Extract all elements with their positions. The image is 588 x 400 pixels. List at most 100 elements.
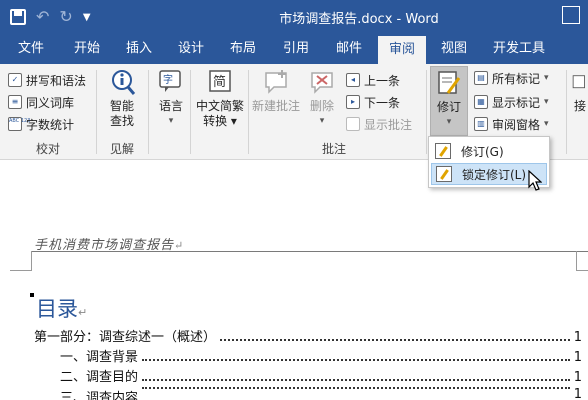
thesaurus-button[interactable]: ≡ 同义词库 [8,92,74,112]
language-label: 语言 [158,99,183,113]
delete-comment-icon [311,72,333,94]
menu-item-track-changes[interactable]: 修订(G) [431,140,547,162]
tab-references[interactable]: 引用 [270,34,322,64]
toc-entry-page: 1 [573,350,582,365]
toc-entry-page: 1 [573,387,582,400]
delete-comment-label: 删除 [309,99,334,113]
svg-text:简: 简 [213,74,226,90]
language-caret-icon: ▾ [168,116,174,126]
new-comment-button[interactable]: 新建批注 [250,68,302,114]
tab-mailings[interactable]: 邮件 [324,34,374,64]
tab-review[interactable]: 审阅 [378,36,426,64]
show-markup-label: 显示标记 [492,95,541,110]
show-markup-caret-icon: ▾ [544,97,549,107]
chinese-conversion-button[interactable]: 简 中文简繁 转换 ▾ [192,68,248,129]
spelling-icon: ✓ [8,73,22,87]
toc-entry[interactable]: 三、调查内容 1 [60,387,582,400]
word-count-button[interactable]: ABC 123 字数统计 [8,114,74,134]
word-count-icon: ABC 123 [8,117,30,131]
header-divider [32,251,588,252]
group-label-insights: 见解 [110,142,135,156]
previous-comment-button[interactable]: ◂ 上一条 [346,70,400,90]
toc-entry-text: 一、调查背景 [60,350,139,365]
toc-title-text: 目录 [36,297,78,321]
show-markup-button[interactable]: ▦ 显示标记 ▾ [474,92,549,112]
word-count-label: 字数统计 [26,117,75,132]
smart-lookup-line1: 智能 [109,99,134,113]
ribbon-display-options-icon[interactable] [562,6,580,24]
tab-view[interactable]: 视图 [430,34,478,64]
new-comment-icon [265,70,287,94]
language-button[interactable]: 字 语言 ▾ [152,68,190,129]
previous-comment-label: 上一条 [364,73,401,88]
header-margin-corner [576,251,588,271]
delete-comment-button[interactable]: 删除 ▾ [304,68,340,129]
toc-entry-page: 1 [573,370,582,385]
window-title: 市场调查报告.docx - Word [279,12,439,27]
toc-entry-text: 二、调查目的 [60,370,139,385]
reviewing-pane-button[interactable]: ▥ 审阅窗格 ▾ [474,114,549,134]
reviewing-pane-label: 审阅窗格 [492,117,541,132]
toc-leader [142,379,570,381]
chinese-conversion-line2: 转换 [203,114,228,128]
show-markup-icon: ▦ [474,95,488,109]
smart-lookup-line2: 查找 [109,114,134,128]
show-comments-label: 显示批注 [364,117,413,132]
paragraph-marker-icon [30,293,34,297]
show-comments-button[interactable]: 显示批注 [346,114,412,134]
chinese-conversion-icon: 简 [209,70,231,92]
lock-tracking-icon [436,166,452,182]
document-page[interactable]: 手机消费市场调查报告↵ 目录↵ 第一部分：调查综述一（概述） 1 一、调查背景 … [0,161,588,400]
reviewing-pane-icon: ▥ [474,117,488,131]
tab-file[interactable]: 文件 [6,34,56,64]
mouse-cursor-icon [528,170,542,191]
previous-comment-icon: ◂ [346,73,360,87]
group-divider [426,70,427,154]
thesaurus-icon: ≡ [8,95,22,109]
tab-layout[interactable]: 布局 [218,34,268,64]
track-changes-icon [438,71,461,94]
markup-caret-icon: ▾ [544,73,549,83]
track-changes-button[interactable]: 修订 ▾ [430,66,468,136]
chinese-conversion-line1: 中文简繁 [195,99,244,113]
toc-leader [142,359,570,361]
markup-display-icon: ▤ [474,71,488,85]
tab-design[interactable]: 设计 [166,34,216,64]
spelling-grammar-button[interactable]: ✓ 拼写和语法 [8,70,86,90]
reviewing-pane-caret-icon: ▾ [544,119,549,129]
track-changes-label: 修订 [436,100,461,114]
tab-home[interactable]: 开始 [62,34,112,64]
title-bar: ↶ ↻ ▼ 市场调查报告.docx - Word [0,0,588,34]
toc-entry[interactable]: 二、调查目的 1 [60,367,582,385]
toc-entry[interactable]: 第一部分：调查综述一（概述） 1 [34,327,582,345]
svg-text:字: 字 [163,73,173,86]
show-comments-icon [346,117,360,131]
menu-item-label: 修订(G) [461,144,504,159]
new-comment-label: 新建批注 [251,99,300,113]
toc-leader [142,387,570,389]
accept-label: 接 [573,99,586,113]
toc-entry[interactable]: 一、调查背景 1 [60,347,582,365]
markup-display-select[interactable]: ▤ 所有标记 ▾ [474,68,549,88]
group-divider [96,70,97,154]
markup-display-value: 所有标记 [492,71,541,86]
chinese-conversion-caret-icon: ▾ [227,114,237,128]
group-divider [566,70,567,154]
menu-item-label: 锁定修订(L) [462,167,527,182]
tab-insert[interactable]: 插入 [114,34,164,64]
next-comment-icon: ▸ [346,95,360,109]
group-divider [190,70,191,154]
header-margin-corner [10,251,32,271]
paragraph-mark-icon: ↵ [78,306,88,319]
smart-lookup-button[interactable]: 智能 查找 [102,68,142,129]
language-icon: 字 [159,70,181,92]
next-comment-button[interactable]: ▸ 下一条 [346,92,400,112]
group-divider [148,70,149,154]
tab-developer[interactable]: 开发工具 [484,34,554,64]
toc-title[interactable]: 目录↵ [30,293,87,323]
delete-caret-icon: ▾ [319,116,325,126]
accept-icon [572,75,585,89]
accept-button[interactable]: 接 [572,68,588,114]
smart-lookup-icon [112,70,136,95]
toc-leader [220,339,570,341]
